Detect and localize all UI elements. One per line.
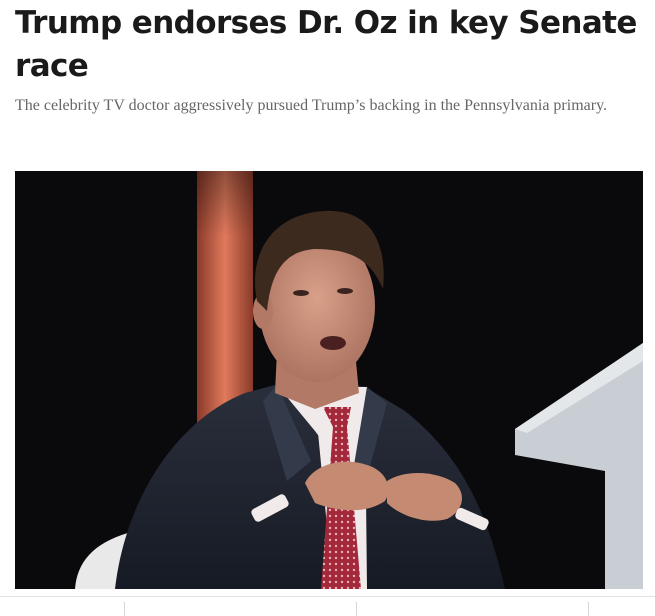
- bar-divider: [588, 602, 589, 616]
- bar-divider: [124, 602, 125, 616]
- article-headline: Trump endorses Dr. Oz in key Senate race: [15, 5, 637, 84]
- hero-photo: [15, 171, 643, 589]
- bottom-nav-bar: [0, 596, 655, 616]
- article-dek: The celebrity TV doctor aggressively pur…: [15, 97, 608, 114]
- bar-divider: [356, 602, 357, 616]
